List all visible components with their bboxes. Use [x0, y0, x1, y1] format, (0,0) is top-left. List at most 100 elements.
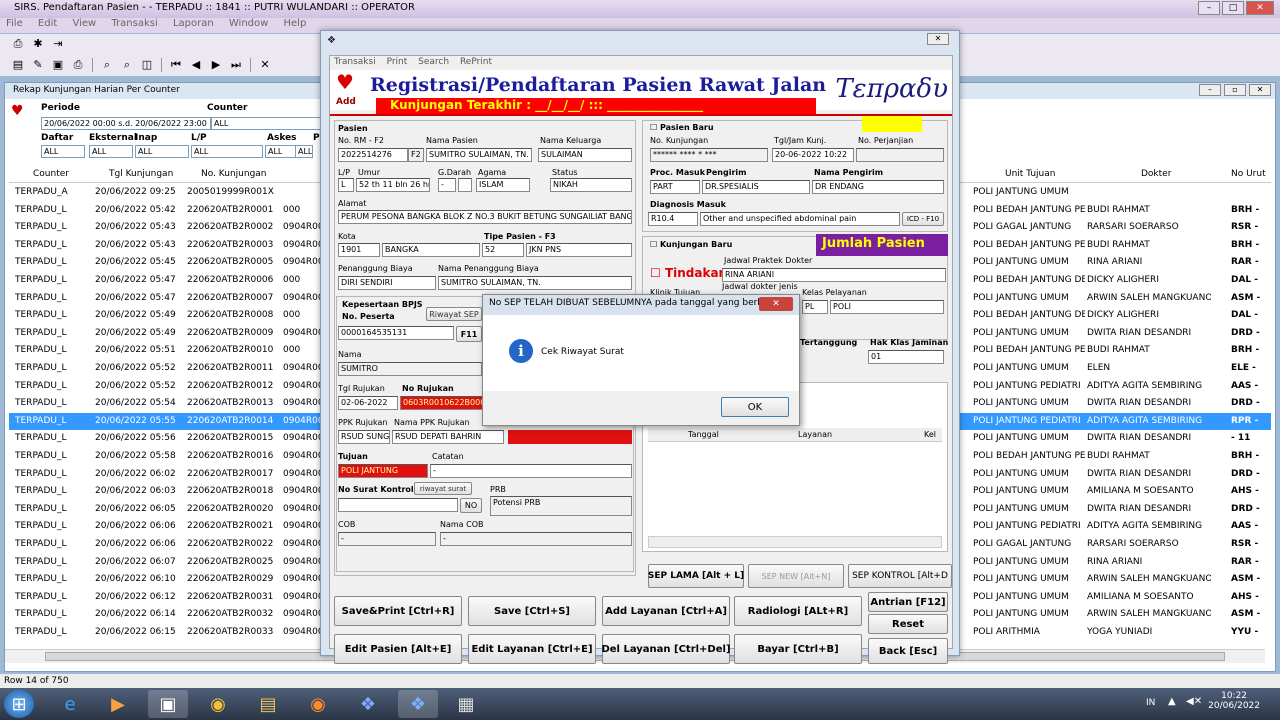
icd-button[interactable]: ICD - F10 — [902, 212, 944, 226]
ppk-field[interactable]: RSUD SUNGAILIAT — [338, 430, 390, 444]
riwayat-surat-button[interactable]: riwayat surat — [414, 482, 472, 495]
eksternal-select[interactable]: ALL — [89, 145, 133, 158]
jadwal-select[interactable]: RINA ARIANI — [722, 268, 946, 282]
save-button[interactable]: Save [Ctrl+S] — [468, 596, 596, 626]
form-menu-reprint[interactable]: RePrint — [460, 57, 492, 67]
no-button[interactable]: NO — [460, 498, 482, 513]
printer-icon[interactable]: ⎙ — [10, 37, 26, 51]
last-record-icon[interactable]: ⏭ — [228, 58, 244, 72]
columns-icon[interactable]: ◫ — [139, 58, 155, 72]
save-icon[interactable]: ▣ — [50, 58, 66, 72]
sep-lama-button[interactable]: SEP LAMA [Alt + L] — [648, 564, 744, 588]
exit-icon[interactable]: ⇥ — [50, 37, 66, 51]
riwayat-sep-button[interactable]: Riwayat SEP — [426, 307, 482, 321]
tgl-rujukan-field[interactable]: 02-06-2022 — [338, 396, 398, 410]
gdarah-field[interactable]: - — [438, 178, 456, 192]
menu-help[interactable]: Help — [284, 18, 307, 29]
prev-record-icon[interactable]: ◀ — [188, 58, 204, 72]
chrome-icon[interactable]: ◉ — [198, 690, 238, 718]
tindakan-checkbox[interactable]: ☐ Tindakan — [650, 266, 727, 280]
menu-file[interactable]: File — [6, 18, 23, 29]
cancel-icon[interactable]: ✕ — [257, 58, 273, 72]
diag-field[interactable]: Other and unspecified abdominal pain — [700, 212, 900, 226]
add-label[interactable]: Add — [336, 97, 356, 107]
nama-keluarga-field[interactable]: SULAIMAN — [538, 148, 632, 162]
kota-code-field[interactable]: 1901 — [338, 243, 380, 257]
ok-button[interactable]: OK — [721, 397, 789, 417]
proc-select[interactable]: PART — [650, 180, 700, 194]
app-taskbar-icon[interactable]: ▣ — [148, 690, 188, 718]
add-layanan-button[interactable]: Add Layanan [Ctrl+A] — [602, 596, 730, 626]
sep-kontrol-button[interactable]: SEP KONTROL [Alt+D — [848, 564, 952, 588]
gdarah-rh-field[interactable] — [458, 178, 472, 192]
nama-ppk-field[interactable]: RSUD DEPATI BAHRIN — [392, 430, 504, 444]
pe-select[interactable]: ALL — [295, 145, 313, 158]
f11-button[interactable]: F11 — [456, 326, 482, 342]
start-button[interactable]: ⊞ — [4, 690, 34, 718]
run-icon[interactable]: ✱ — [30, 37, 46, 51]
no-rujukan-field[interactable]: 0603R0010622B000 — [400, 396, 484, 410]
pj-field[interactable]: DIRI SENDIRI — [338, 276, 436, 290]
kelas-code-field[interactable]: PL — [802, 300, 828, 314]
rekap-close[interactable]: ✕ — [1249, 84, 1271, 96]
calculator-icon[interactable]: ▦ — [446, 690, 486, 718]
language-indicator[interactable]: IN — [1146, 698, 1155, 708]
del-layanan-button[interactable]: Del Layanan [Ctrl+Del] — [601, 634, 731, 664]
col-tgl[interactable]: Tgl Kunjungan — [109, 169, 173, 179]
form-menu-transaksi[interactable]: Transaksi — [334, 57, 376, 67]
col-counter[interactable]: Counter — [33, 169, 69, 179]
new-icon[interactable]: ▤ — [10, 58, 26, 72]
internet-explorer-icon[interactable]: e — [50, 690, 90, 718]
diag-code-field[interactable]: R10.4 — [648, 212, 698, 226]
pengirim-select[interactable]: DR.SPESIALIS — [702, 180, 810, 194]
tujuan-field[interactable]: POLI JANTUNG — [338, 464, 428, 478]
status-field[interactable]: NIKAH — [550, 178, 632, 192]
save-print-button[interactable]: Save&Print [Ctrl+R] — [334, 596, 462, 626]
print-icon[interactable]: ⎙ — [70, 58, 86, 72]
menu-view[interactable]: View — [72, 18, 96, 29]
tray-arrow-icon[interactable]: ▲ — [1168, 696, 1176, 707]
nama-cob-field[interactable]: - — [440, 532, 632, 546]
kota-field[interactable]: BANGKA — [382, 243, 480, 257]
periode-field[interactable]: 20/06/2022 00:00 s.d. 20/06/2022 23:00 — [41, 117, 211, 130]
message-close-button[interactable]: ✕ — [759, 297, 793, 311]
lp-select[interactable]: ALL — [191, 145, 263, 158]
menu-transaksi[interactable]: Transaksi — [111, 18, 157, 29]
col-no[interactable]: No. Kunjungan — [201, 169, 267, 179]
sirs-icon[interactable]: ❖ — [348, 690, 388, 718]
col-unit[interactable]: Unit Tujuan — [1005, 169, 1055, 179]
menu-window[interactable]: Window — [229, 18, 268, 29]
lp-field[interactable]: L — [338, 178, 354, 192]
alamat-field[interactable]: PERUM PESONA BANGKA BLOK Z NO.3 BUKIT BE… — [338, 210, 632, 224]
catatan-field[interactable]: - — [430, 464, 632, 478]
first-record-icon[interactable]: ⏮ — [168, 58, 184, 72]
radiologi-button[interactable]: Radiologi [ALt+R] — [734, 596, 862, 626]
firefox-icon[interactable]: ◉ — [298, 690, 338, 718]
kelas-field[interactable]: POLI — [830, 300, 944, 314]
no-rm-field[interactable]: 2022514276 — [338, 148, 408, 162]
nama-pengirim-field[interactable]: DR ENDANG — [812, 180, 944, 194]
bayar-button[interactable]: Bayar [Ctrl+B] — [734, 634, 862, 664]
form-menu-print[interactable]: Print — [387, 57, 408, 67]
layanan-scrollbar[interactable] — [648, 536, 942, 548]
rekap-restore[interactable]: ▫ — [1224, 84, 1246, 96]
hak-field[interactable]: 01 — [868, 350, 944, 364]
tipe-code-field[interactable]: 52 — [482, 243, 524, 257]
f2-button[interactable]: F2 — [408, 148, 424, 162]
peserta-field[interactable]: 0000164535131 — [338, 326, 454, 340]
sep-new-button[interactable]: SEP NEW [Alt+N] — [748, 564, 844, 588]
tipe-field[interactable]: JKN PNS — [526, 243, 632, 257]
form-menu-search[interactable]: Search — [418, 57, 449, 67]
perjanjian-field[interactable] — [856, 148, 944, 162]
dialog-close-button[interactable]: ✕ — [927, 33, 949, 45]
folder-icon[interactable]: ▤ — [248, 690, 288, 718]
agama-field[interactable]: ISLAM — [476, 178, 530, 192]
edit-layanan-button[interactable]: Edit Layanan [Ctrl+E] — [468, 634, 596, 664]
col-dokter[interactable]: Dokter — [1141, 169, 1171, 179]
pasien-baru-checkbox[interactable]: ☐ Pasien Baru — [650, 123, 714, 132]
minimize-button[interactable]: – — [1198, 1, 1220, 15]
inap-select[interactable]: ALL — [135, 145, 189, 158]
menu-laporan[interactable]: Laporan — [173, 18, 214, 29]
volume-muted-icon[interactable]: ◀✕ — [1186, 696, 1202, 707]
col-no-urut[interactable]: No Urut — [1231, 169, 1266, 179]
